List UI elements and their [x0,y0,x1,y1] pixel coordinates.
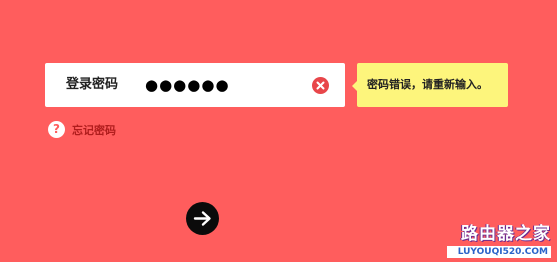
clear-x-icon [316,81,325,90]
error-message: 密码错误，请重新输入。 [367,78,488,91]
password-label: 登录密码 [66,77,119,92]
login-screen: 登录密码 ●●●●●● 密码错误，请重新输入。 ? 忘记密码 路由器之家 LUY… [0,0,557,262]
password-field[interactable]: 登录密码 ●●●●●● [45,63,345,107]
site-watermark: 路由器之家 LUYOUQI520.COM [447,223,551,258]
forgot-password-link[interactable]: ? 忘记密码 [48,121,116,138]
error-tooltip: 密码错误，请重新输入。 [352,63,508,107]
arrow-right-icon [193,211,211,226]
clear-input-button[interactable] [312,77,329,94]
submit-button[interactable] [186,202,219,235]
tooltip-arrow [352,81,357,91]
forgot-password-label: 忘记密码 [72,123,116,137]
watermark-url: LUYOUQI520.COM [447,246,551,258]
question-icon: ? [48,121,65,138]
watermark-title: 路由器之家 [461,224,551,244]
password-input-value[interactable]: ●●●●●● [145,63,230,107]
